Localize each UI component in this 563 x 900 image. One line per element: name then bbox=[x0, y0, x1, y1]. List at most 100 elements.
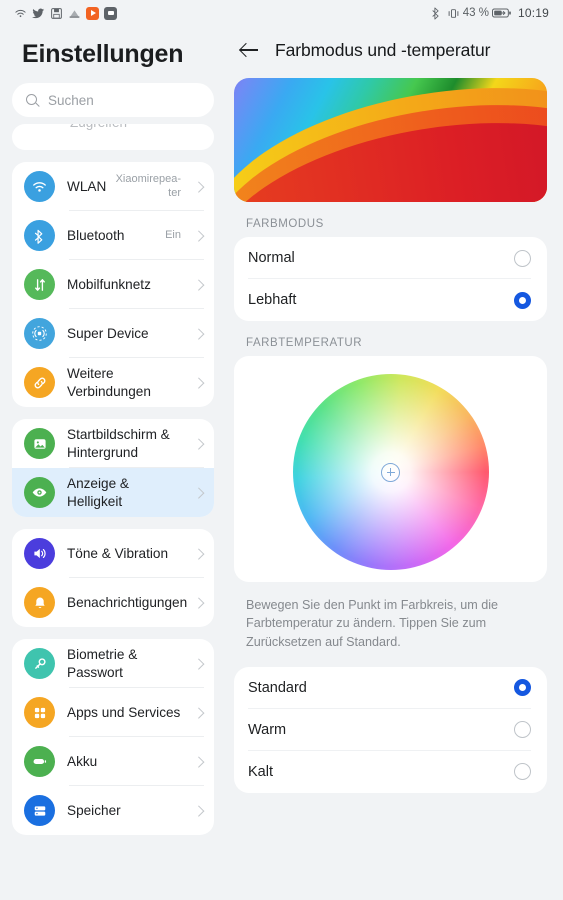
battery-icon bbox=[24, 746, 55, 777]
save-icon bbox=[50, 7, 63, 20]
radio-option-label: Standard bbox=[248, 679, 307, 696]
radio-option-warm[interactable]: Warm bbox=[234, 709, 547, 751]
mobile-network-icon bbox=[24, 269, 55, 300]
radio-unselected-icon[interactable] bbox=[514, 721, 531, 739]
sidebar-item-mobilfunknetz[interactable]: Mobilfunknetz bbox=[12, 260, 214, 309]
sidebar-group: Töne & Vibration Benachrichtigungen bbox=[12, 529, 214, 627]
sidebar-item-label: Bluetooth bbox=[67, 227, 125, 243]
chevron-right-icon bbox=[195, 378, 204, 387]
sidebar-item-label: Anzeige & Helligkeit bbox=[67, 476, 129, 509]
settings-app: 43 % 10:19 Einstellungen Suchen Zugreife… bbox=[0, 0, 563, 900]
sidebar-item-weitere-verbindungen[interactable]: Weitere Verbindungen bbox=[12, 358, 214, 407]
eye-icon bbox=[24, 477, 55, 508]
super-device-icon bbox=[24, 318, 55, 349]
scrolled-partial-item[interactable]: Zugreifen bbox=[12, 124, 214, 150]
sidebar-item-label: Töne & Vibration bbox=[67, 545, 169, 561]
radio-option-standard[interactable]: Standard bbox=[234, 667, 547, 709]
main-header: Farbmodus und -temperatur bbox=[234, 26, 547, 74]
sidebar-item-bluetooth[interactable]: Bluetooth Ein bbox=[12, 211, 214, 260]
radio-unselected-icon[interactable] bbox=[514, 249, 531, 267]
sidebar-item-super-device[interactable]: Super Device bbox=[12, 309, 214, 358]
radio-option-label: Lebhaft bbox=[248, 292, 297, 308]
sidebar-item-label: Benachrichtigungen bbox=[67, 594, 188, 610]
sidebar-item-label: Startbildschirm & Hintergrund bbox=[67, 427, 170, 460]
wifi-icon bbox=[14, 7, 27, 20]
sidebar-item-label: Akku bbox=[67, 753, 98, 769]
radio-option-kalt[interactable]: Kalt bbox=[234, 751, 547, 793]
bluetooth-icon bbox=[24, 220, 55, 251]
color-wheel-card bbox=[234, 356, 547, 582]
sidebar: Einstellungen Suchen Zugreifen WLAN Xiaom… bbox=[0, 26, 226, 900]
color-mode-section-label: FARBMODUS bbox=[246, 218, 324, 230]
chevron-right-icon bbox=[195, 806, 204, 815]
crosshair-handle-icon[interactable] bbox=[381, 462, 400, 482]
chevron-right-icon bbox=[195, 488, 204, 497]
color-wheel-description: Bewegen Sie den Punkt im Farbkreis, um d… bbox=[246, 598, 498, 649]
sidebar-item-speicher[interactable]: Speicher bbox=[12, 786, 214, 835]
sidebar-item-akku[interactable]: Akku bbox=[12, 737, 214, 786]
battery-percent-label: 43 % bbox=[462, 7, 489, 19]
chevron-right-icon bbox=[195, 329, 204, 338]
sidebar-group: Biometrie & Passwort Apps und Services Akk… bbox=[12, 639, 214, 835]
sidebar-item-startbildschirm-hintergrund[interactable]: Startbildschirm & Hintergrund bbox=[12, 419, 214, 468]
sidebar-item-anzeige-helligkeit[interactable]: Anzeige & Helligkeit bbox=[12, 468, 214, 517]
chevron-right-icon bbox=[195, 757, 204, 766]
main-panel: Farbmodus und -temperatur FARBMODUS Norm… bbox=[226, 26, 563, 900]
bluetooth-icon bbox=[431, 7, 444, 20]
sidebar-item-wlan[interactable]: WLAN Xiaomirepea- ter bbox=[12, 162, 214, 211]
storage-icon bbox=[24, 795, 55, 826]
sidebar-item-benachrichtigungen[interactable]: Benachrichtigungen bbox=[12, 578, 214, 627]
sidebar-item-label: Apps und Services bbox=[67, 704, 181, 720]
sidebar-item-töne-vibration[interactable]: Töne & Vibration bbox=[12, 529, 214, 578]
chevron-right-icon bbox=[195, 280, 204, 289]
scrolled-partial-label: Zugreifen bbox=[70, 124, 127, 130]
battery-icon bbox=[491, 7, 512, 20]
radio-option-label: Normal bbox=[248, 250, 295, 266]
radio-selected-icon[interactable] bbox=[514, 679, 531, 697]
sidebar-item-biometrie-passwort[interactable]: Biometrie & Passwort bbox=[12, 639, 214, 688]
page-title: Einstellungen bbox=[22, 40, 184, 68]
rainbow-banner-image bbox=[234, 78, 547, 202]
color-temperature-section-label: FARBTEMPERATUR bbox=[246, 337, 363, 349]
youtube-icon bbox=[104, 6, 117, 20]
app-icon bbox=[68, 7, 81, 20]
sidebar-item-apps-und-services[interactable]: Apps und Services bbox=[12, 688, 214, 737]
search-input[interactable]: Suchen bbox=[12, 83, 214, 117]
color-temperature-card: Standard Warm Kalt bbox=[234, 666, 547, 793]
radio-option-normal[interactable]: Normal bbox=[234, 237, 547, 279]
chevron-right-icon bbox=[195, 439, 204, 448]
chevron-right-icon bbox=[195, 708, 204, 717]
bell-icon bbox=[24, 587, 55, 618]
speaker-icon bbox=[24, 538, 55, 569]
apps-grid-icon bbox=[24, 697, 55, 728]
radio-option-lebhaft[interactable]: Lebhaft bbox=[234, 279, 547, 321]
wallpaper-icon bbox=[24, 428, 55, 459]
radio-selected-icon[interactable] bbox=[514, 291, 531, 309]
sidebar-item-label: Weitere Verbindungen bbox=[67, 366, 151, 399]
sidebar-group: Startbildschirm & Hintergrund Anzeige & H… bbox=[12, 419, 214, 517]
status-bar-right-icons: 43 % 10:19 bbox=[431, 6, 549, 20]
sidebar-item-label: Super Device bbox=[67, 325, 149, 341]
status-bar: 43 % 10:19 bbox=[0, 0, 563, 26]
color-wheel[interactable] bbox=[292, 374, 489, 570]
sidebar-groups: WLAN Xiaomirepea- ter Bluetooth Ein Mobilfun… bbox=[12, 162, 214, 835]
sidebar-item-label: WLAN bbox=[67, 178, 107, 194]
sidebar-item-label: Mobilfunknetz bbox=[67, 276, 151, 292]
twitter-icon bbox=[32, 7, 45, 20]
sidebar-item-label: Biometrie & Passwort bbox=[67, 647, 138, 680]
sidebar-item-label: Speicher bbox=[67, 802, 121, 818]
chevron-right-icon bbox=[195, 231, 204, 240]
link-icon bbox=[24, 367, 55, 398]
radio-unselected-icon[interactable] bbox=[514, 763, 531, 781]
vibrate-icon bbox=[447, 7, 460, 20]
chevron-right-icon bbox=[195, 659, 204, 668]
back-arrow-icon[interactable] bbox=[240, 42, 259, 58]
chevron-right-icon bbox=[195, 182, 204, 191]
vlc-icon bbox=[86, 6, 99, 20]
radio-option-label: Warm bbox=[248, 721, 287, 738]
search-icon bbox=[26, 93, 39, 107]
sidebar-group: WLAN Xiaomirepea- ter Bluetooth Ein Mobilfun… bbox=[12, 162, 214, 407]
key-icon bbox=[24, 648, 55, 679]
sidebar-item-value: Xiaomirepea- ter bbox=[115, 173, 181, 199]
color-mode-card: Normal Lebhaft bbox=[234, 237, 547, 321]
